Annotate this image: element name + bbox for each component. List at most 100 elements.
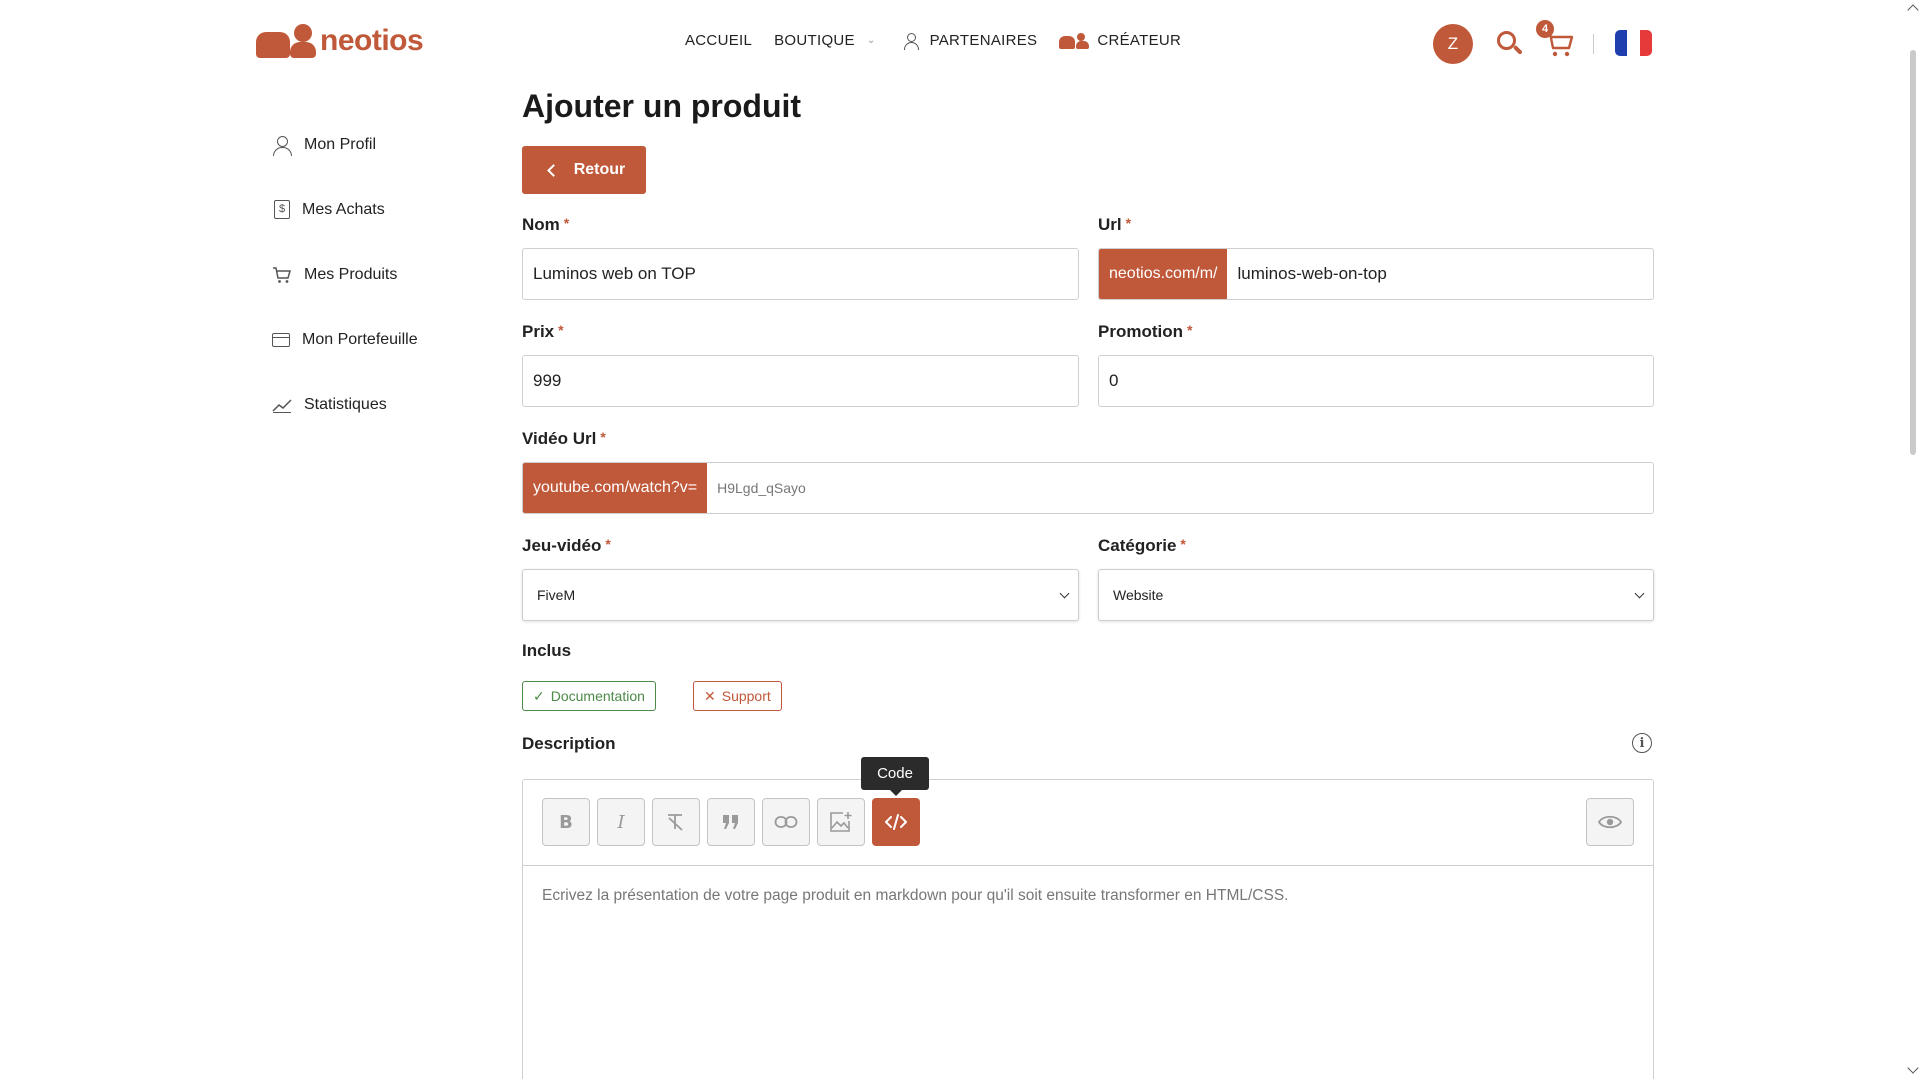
image-icon — [830, 812, 852, 832]
italic-button[interactable]: I — [597, 798, 645, 846]
bold-button[interactable]: B — [542, 798, 590, 846]
url-input-value: luminos-web-on-top — [1237, 264, 1387, 283]
code-button[interactable] — [872, 798, 920, 846]
price-input[interactable]: 999 — [522, 355, 1079, 407]
eye-icon — [1598, 815, 1622, 829]
name-input[interactable]: Luminos web on TOP — [522, 248, 1079, 300]
required-mark: * — [605, 536, 611, 552]
main-nav: ACCUEIL BOUTIQUE ⌄ PARTENAIRES CRÉATEUR — [685, 32, 1203, 50]
description-textarea-placeholder[interactable]: Ecrivez la présentation de votre page pr… — [542, 887, 1288, 905]
chevron-down-icon — [1059, 588, 1070, 598]
editor-toolbar: B I — [523, 780, 1653, 866]
video-url-input[interactable]: youtube.com/watch?v= H9Lgd_qSayo — [522, 462, 1654, 514]
category-label: Catégorie * — [1098, 536, 1186, 556]
link-icon — [774, 816, 798, 828]
required-mark: * — [1125, 215, 1132, 231]
site-logo[interactable]: neotios — [256, 24, 424, 58]
promotion-label: Promotion * — [1098, 322, 1192, 342]
code-icon — [885, 814, 907, 830]
chevron-down-icon — [1634, 588, 1645, 598]
info-icon[interactable]: i — [1632, 733, 1652, 753]
quote-button[interactable] — [707, 798, 755, 846]
link-button[interactable] — [762, 798, 810, 846]
chevron-down-icon: ⌄ — [866, 35, 876, 46]
quote-icon — [723, 815, 738, 829]
check-icon: ✓ — [533, 687, 545, 704]
close-icon: ✕ — [704, 687, 716, 704]
clear-format-button[interactable] — [652, 798, 700, 846]
logo-text: neotios — [320, 24, 424, 57]
scroll-up-icon[interactable] — [1907, 4, 1919, 16]
nav-creator-label: CRÉATEUR — [1097, 32, 1182, 49]
required-mark: * — [600, 429, 606, 445]
nav-shop[interactable]: BOUTIQUE ⌄ — [774, 32, 875, 49]
price-label-text: Prix — [522, 322, 555, 341]
nav-partners-label: PARTENAIRES — [929, 32, 1038, 49]
logo-mark-icon — [256, 24, 316, 58]
page-scrollbar[interactable] — [1905, 0, 1919, 1079]
user-avatar[interactable]: Z — [1433, 24, 1473, 64]
nav-home-label: ACCUEIL — [685, 32, 753, 49]
promotion-input[interactable]: 0 — [1098, 355, 1654, 407]
sidebar-item-label: Mon Portefeuille — [302, 330, 418, 348]
search-icon[interactable] — [1497, 31, 1523, 57]
creator-icon — [1059, 32, 1090, 49]
bold-icon: B — [559, 811, 573, 833]
back-button-label: Retour — [573, 161, 626, 178]
price-label: Prix * — [522, 322, 564, 342]
sidebar-item-label: Mes Produits — [304, 265, 398, 283]
name-label: Nom * — [522, 215, 569, 235]
cart-icon — [273, 266, 291, 283]
sidebar-item-purchases[interactable]: $ Mes Achats — [272, 177, 418, 242]
url-input[interactable]: neotios.com/m/ luminos-web-on-top — [1098, 248, 1654, 300]
sidebar-item-profile[interactable]: Mon Profil — [272, 112, 418, 177]
description-editor: B I Ecrivez la présentation de votre pag… — [522, 779, 1654, 1079]
sidebar-item-label: Mes Achats — [302, 200, 385, 218]
sidebar-item-label: Statistiques — [304, 395, 387, 413]
sidebar-item-statistics[interactable]: Statistiques — [272, 372, 418, 437]
promotion-input-value: 0 — [1109, 371, 1119, 390]
cart-count-badge: 4 — [1536, 20, 1554, 38]
category-select[interactable]: Website — [1098, 569, 1654, 621]
scroll-down-icon[interactable] — [1907, 1062, 1919, 1074]
name-label-text: Nom — [522, 215, 560, 234]
tag-support[interactable]: ✕ Support — [693, 681, 782, 711]
nav-home[interactable]: ACCUEIL — [685, 32, 752, 49]
header-divider — [1593, 34, 1594, 54]
page-title: Ajouter un produit — [522, 88, 802, 124]
category-label-text: Catégorie — [1098, 536, 1177, 555]
back-button[interactable]: Retour — [522, 146, 646, 194]
required-mark: * — [1180, 536, 1186, 552]
scrollbar-thumb[interactable] — [1910, 50, 1916, 455]
preview-button[interactable] — [1586, 798, 1634, 846]
required-mark: * — [558, 322, 564, 338]
game-select-value: FiveM — [537, 587, 576, 603]
video-url-label-text: Vidéo Url — [522, 429, 597, 448]
price-input-value: 999 — [533, 371, 562, 390]
video-url-prefix: youtube.com/watch?v= — [523, 463, 708, 513]
chart-icon — [272, 398, 292, 413]
url-label-text: Url — [1098, 215, 1122, 234]
code-tooltip: Code — [861, 757, 929, 796]
nav-creator[interactable]: CRÉATEUR — [1059, 32, 1181, 49]
url-label: Url * — [1098, 215, 1131, 235]
partners-icon — [903, 32, 922, 50]
category-select-value: Website — [1113, 587, 1164, 603]
sidebar-item-products[interactable]: Mes Produits — [272, 242, 418, 307]
game-select[interactable]: FiveM — [522, 569, 1079, 621]
video-url-label: Vidéo Url * — [522, 429, 606, 449]
italic-icon: I — [617, 811, 625, 833]
nav-shop-label: BOUTIQUE — [774, 32, 855, 49]
required-mark: * — [1187, 322, 1193, 338]
language-flag-icon[interactable] — [1615, 30, 1652, 56]
nav-partners[interactable]: PARTENAIRES — [903, 32, 1038, 50]
game-label-text: Jeu-vidéo — [522, 536, 602, 555]
tag-documentation[interactable]: ✓ Documentation — [522, 681, 656, 711]
sidebar-item-label: Mon Profil — [304, 135, 377, 153]
receipt-icon: $ — [274, 200, 290, 219]
promotion-label-text: Promotion — [1098, 322, 1183, 341]
required-mark: * — [563, 215, 570, 231]
account-sidebar: Mon Profil $ Mes Achats Mes Produits Mon… — [272, 112, 418, 437]
sidebar-item-wallet[interactable]: Mon Portefeuille — [272, 307, 418, 372]
image-button[interactable] — [817, 798, 865, 846]
